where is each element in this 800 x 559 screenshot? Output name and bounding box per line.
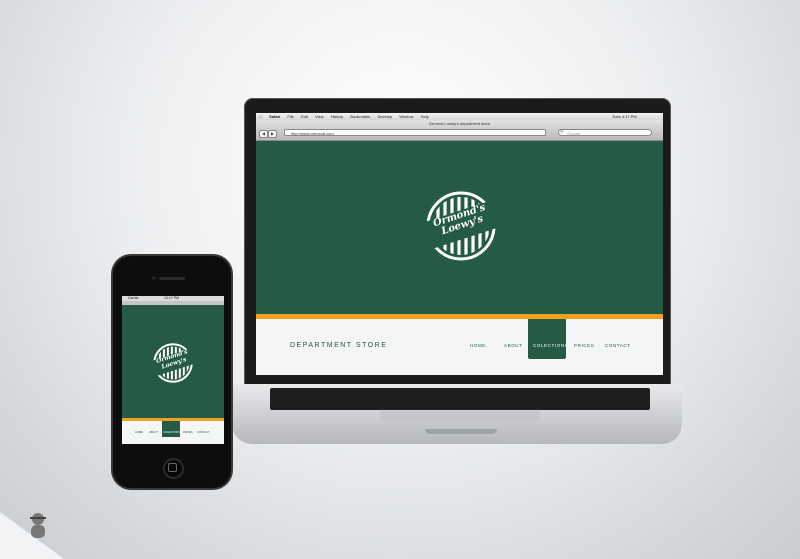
keyboard	[270, 388, 650, 410]
phone-nav-contact[interactable]: CONTACT	[197, 431, 209, 434]
speaker-grille	[159, 277, 185, 280]
menu-help[interactable]: Help	[421, 114, 429, 119]
phone-screen: Carrier 10:17 PM Ormond's Loewy's HOME A…	[122, 296, 224, 444]
carrier-label: Carrier	[128, 296, 139, 300]
nav-collections[interactable]: COLECTIONS	[533, 343, 568, 348]
menu-bookmarks[interactable]: Bookmarks	[350, 114, 370, 119]
menu-develop[interactable]: Develop	[377, 114, 392, 119]
clock: Tues 4:17 PM	[612, 114, 637, 119]
nav-contact[interactable]: CONTACT	[605, 343, 631, 348]
search-icon: ⚲	[560, 129, 564, 135]
laptop-screen:  Safari File Edit View History Bookmark…	[256, 113, 663, 375]
lid-notch	[425, 429, 497, 434]
search-field[interactable]: Google	[558, 129, 652, 136]
menu-window[interactable]: Window	[399, 114, 413, 119]
site-nav: DEPARTMENT STORE HOME. ABOUT COLECTIONS …	[256, 319, 663, 375]
camera-icon	[152, 276, 156, 280]
phone-nav-home[interactable]: HOME	[135, 431, 143, 434]
menu-edit[interactable]: Edit	[301, 114, 308, 119]
nav-active-indicator	[528, 319, 566, 359]
address-bar[interactable]: http://www.ormondl.com	[284, 129, 546, 136]
window-title: Ormond Loewy's department store	[428, 121, 491, 126]
apple-icon[interactable]: 	[259, 114, 262, 119]
forward-button[interactable]: ▶	[268, 130, 277, 138]
nav-about[interactable]: ABOUT	[504, 343, 523, 348]
brand-name: DEPARTMENT STORE	[290, 342, 388, 349]
home-square-icon	[168, 463, 177, 472]
trackpad	[380, 411, 540, 422]
phone-nav-prices[interactable]: PRICES	[183, 431, 193, 434]
phone-nav-active-indicator	[162, 421, 180, 437]
phone-site-nav: HOME ABOUT COLECTIONS PRICES CONTACT	[122, 421, 224, 444]
menu-history[interactable]: History	[331, 114, 343, 119]
hero-banner: Ormond's Loewy's	[256, 141, 663, 314]
mac-menubar:  Safari File Edit View History Bookmark…	[256, 113, 663, 120]
nav-home[interactable]: HOME.	[470, 343, 488, 348]
back-button[interactable]: ◀	[259, 130, 268, 138]
menu-view[interactable]: View	[315, 114, 324, 119]
menu-file[interactable]: File	[287, 114, 293, 119]
watermark-figure-icon	[30, 513, 46, 538]
browser-toolbar: Ormond Loewy's department store ◀ ▶ http…	[256, 120, 663, 141]
phone-nav-about[interactable]: ABOUT	[149, 431, 158, 434]
nav-prices[interactable]: PRICES	[574, 343, 594, 348]
app-menu[interactable]: Safari	[269, 114, 280, 119]
phone-nav-collections[interactable]: COLECTIONS	[163, 431, 180, 434]
phone-hero: Ormond's Loewy's	[122, 305, 224, 418]
